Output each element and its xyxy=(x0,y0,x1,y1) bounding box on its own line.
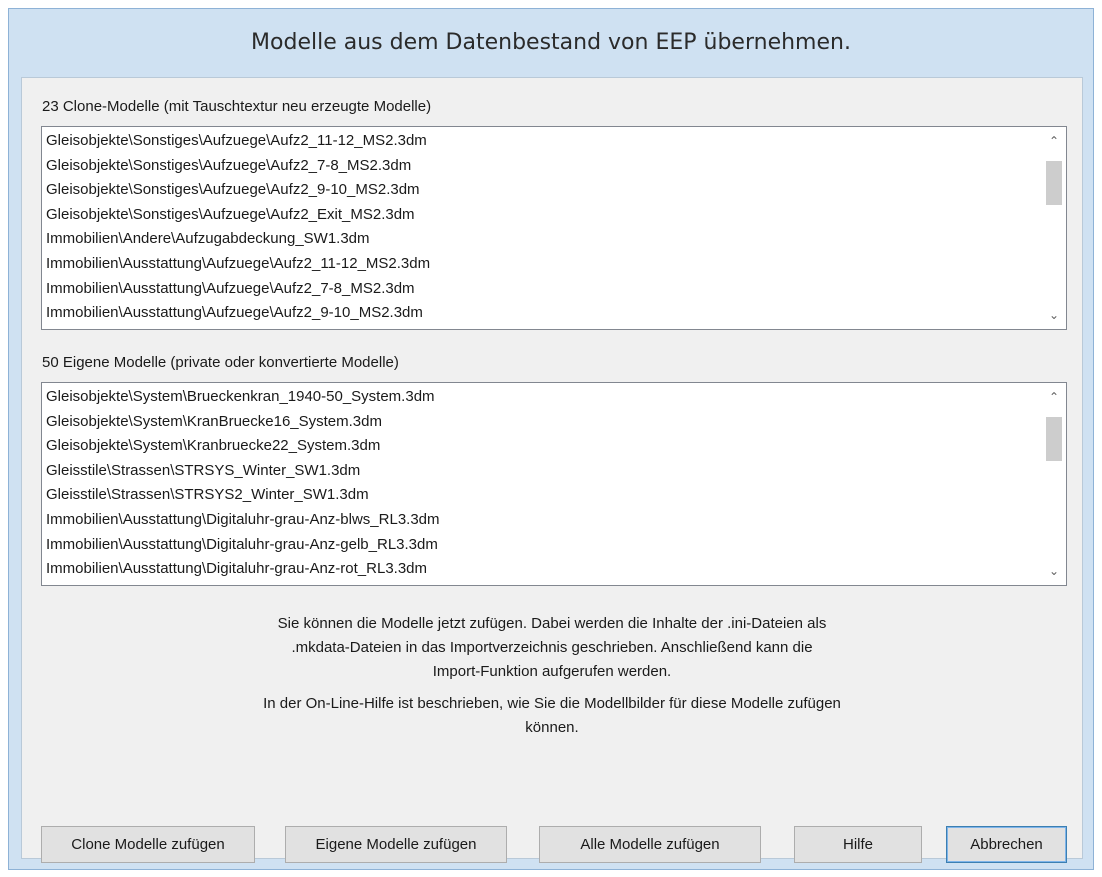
info-line: können. xyxy=(525,719,579,736)
scroll-thumb[interactable] xyxy=(1046,161,1062,205)
chevron-up-icon[interactable]: ⌃ xyxy=(1042,385,1066,409)
list-item[interactable]: Gleisobjekte\System\Brueckenkran_1940-50… xyxy=(46,385,1040,410)
list-item[interactable]: Gleisstile\Strassen\STRSYS_Winter_SW1.3d… xyxy=(46,459,1040,484)
info-line: Import-Funktion aufgerufen werden. xyxy=(432,663,672,680)
info-line: In der On-Line-Hilfe ist beschrieben, wi… xyxy=(263,695,841,712)
own-models-label: 50 Eigene Modelle (private oder konverti… xyxy=(42,354,399,371)
own-models-items: Gleisobjekte\System\Brueckenkran_1940-50… xyxy=(46,385,1040,582)
list-item[interactable]: Gleisobjekte\Sonstiges\Aufzuege\Aufz2_9-… xyxy=(46,178,1040,203)
list-item[interactable]: Immobilien\Ausstattung\Aufzuege\Aufz2_11… xyxy=(46,252,1040,277)
cancel-button[interactable]: Abbrechen xyxy=(946,826,1067,863)
chevron-down-icon[interactable]: ⌄ xyxy=(1042,303,1066,327)
clone-models-scrollbar[interactable]: ⌃ ⌄ xyxy=(1042,127,1066,329)
list-item[interactable]: Gleisobjekte\Sonstiges\Aufzuege\Aufz2_Ex… xyxy=(46,203,1040,228)
own-models-listbox[interactable]: Gleisobjekte\System\Brueckenkran_1940-50… xyxy=(41,382,1067,586)
clone-models-items: Gleisobjekte\Sonstiges\Aufzuege\Aufz2_11… xyxy=(46,129,1040,326)
list-item[interactable]: Immobilien\Ausstattung\Digitaluhr-grau-A… xyxy=(46,533,1040,558)
clone-models-listbox[interactable]: Gleisobjekte\Sonstiges\Aufzuege\Aufz2_11… xyxy=(41,126,1067,330)
info-line: .mkdata-Dateien in das Importverzeichnis… xyxy=(291,639,813,656)
list-item[interactable]: Immobilien\Ausstattung\Aufzuege\Aufz2_9-… xyxy=(46,301,1040,326)
list-item[interactable]: Immobilien\Ausstattung\Digitaluhr-grau-A… xyxy=(46,508,1040,533)
list-item[interactable]: Immobilien\Andere\Aufzugabdeckung_SW1.3d… xyxy=(46,227,1040,252)
info-line: Sie können die Modelle jetzt zufügen. Da… xyxy=(277,615,827,632)
clone-models-label: 23 Clone-Modelle (mit Tauschtextur neu e… xyxy=(42,98,432,115)
list-item[interactable]: Immobilien\Ausstattung\Aufzuege\Aufz2_7-… xyxy=(46,277,1040,302)
info-paragraph-import: Sie können die Modelle jetzt zufügen. Da… xyxy=(102,612,1002,684)
list-item[interactable]: Gleisobjekte\Sonstiges\Aufzuege\Aufz2_11… xyxy=(46,129,1040,154)
clone-models-add-button[interactable]: Clone Modelle zufügen xyxy=(41,826,255,863)
own-models-add-button[interactable]: Eigene Modelle zufügen xyxy=(285,826,507,863)
list-item[interactable]: Immobilien\Ausstattung\Digitaluhr-grau-A… xyxy=(46,557,1040,582)
info-paragraph-help: In der On-Line-Hilfe ist beschrieben, wi… xyxy=(102,692,1002,740)
chevron-down-icon[interactable]: ⌄ xyxy=(1042,559,1066,583)
own-models-scrollbar[interactable]: ⌃ ⌄ xyxy=(1042,383,1066,585)
chevron-up-icon[interactable]: ⌃ xyxy=(1042,129,1066,153)
dialog-client-area: 23 Clone-Modelle (mit Tauschtextur neu e… xyxy=(21,77,1083,863)
scroll-thumb[interactable] xyxy=(1046,417,1062,461)
help-button[interactable]: Hilfe xyxy=(794,826,922,863)
list-item[interactable]: Gleisobjekte\System\Kranbruecke22_System… xyxy=(46,434,1040,459)
dialog-title: Modelle aus dem Datenbestand von EEP übe… xyxy=(251,30,851,55)
all-models-add-button[interactable]: Alle Modelle zufügen xyxy=(539,826,761,863)
list-item[interactable]: Gleisobjekte\System\KranBruecke16_System… xyxy=(46,410,1040,435)
dialog-window: Modelle aus dem Datenbestand von EEP übe… xyxy=(8,8,1094,870)
list-item[interactable]: Gleisstile\Strassen\STRSYS2_Winter_SW1.3… xyxy=(46,483,1040,508)
list-item[interactable]: Gleisobjekte\Sonstiges\Aufzuege\Aufz2_7-… xyxy=(46,154,1040,179)
